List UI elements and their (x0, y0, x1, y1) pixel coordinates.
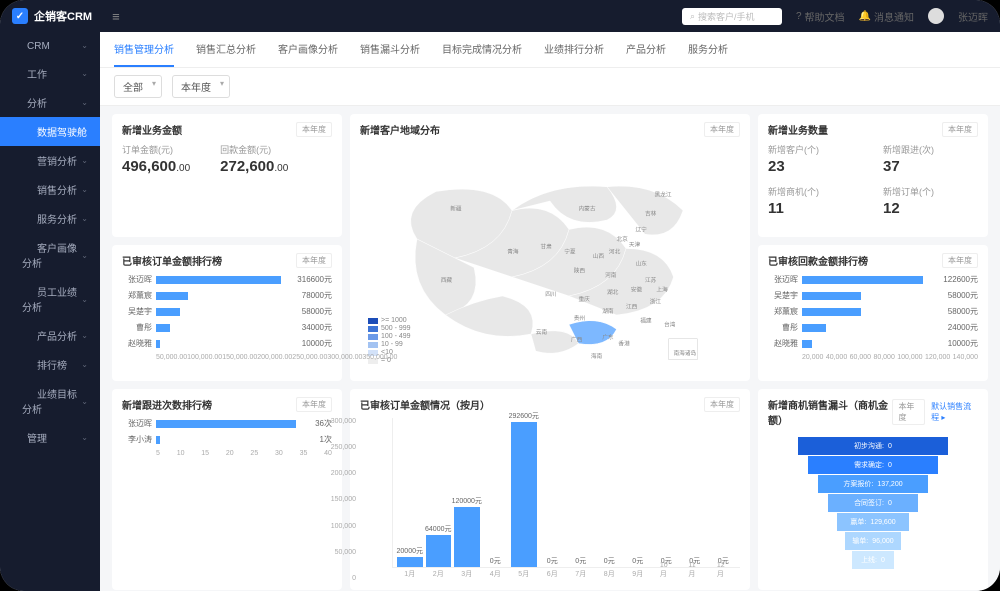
funnel-stage: 初步沟通:0 (798, 437, 948, 455)
hamburger-icon[interactable]: ≡ (112, 9, 120, 24)
chevron-icon: ⌄ (81, 360, 88, 369)
tab[interactable]: 客户画像分析 (278, 32, 338, 67)
goal-icon (22, 388, 32, 398)
svg-text:南海诸岛: 南海诸岛 (674, 349, 697, 357)
period-select[interactable]: 本年度 (172, 75, 230, 98)
sidebar-item[interactable]: 排行榜⌄ (0, 350, 100, 379)
tab[interactable]: 业绩排行分析 (544, 32, 604, 67)
funnel-stage: 上线:0 (852, 551, 894, 569)
tab[interactable]: 销售汇总分析 (196, 32, 256, 67)
chevron-icon: ⌄ (81, 69, 88, 78)
filter-icon (22, 184, 32, 194)
avatar[interactable] (928, 8, 944, 24)
sidebar-item[interactable]: CRM⌄ (0, 32, 100, 59)
users-icon (22, 242, 32, 252)
logo-icon: ✓ (12, 8, 28, 24)
username[interactable]: 张迈晖 (958, 9, 988, 24)
card-amount: 新增业务金额 本年度 订单金额(元) 496,600.00 回款金额(元) 27… (112, 114, 342, 237)
card-order-rank: 已审核订单金额排行榜 本年度 张迈晖316600元郑薰宸78000元吴楚宇580… (112, 245, 342, 381)
card-region: 新增客户地域分布 本年度 (350, 114, 750, 381)
funnel-stage: 需求确定:0 (808, 456, 938, 474)
sidebar-item[interactable]: 数据驾驶舱 (0, 117, 100, 146)
sidebar-item[interactable]: 服务分析⌄ (0, 204, 100, 233)
funnel-process-link[interactable]: 默认销售流程 ▸ (931, 401, 978, 423)
chevron-icon: ⌄ (81, 397, 88, 406)
funnel-stage: 合同签订:0 (828, 494, 918, 512)
card-follow-rank: 新增跟进次数排行榜 本年度 张迈晖36次李小涛1次510152025303540 (112, 389, 342, 590)
funnel-stage: 赢单:129,600 (837, 513, 909, 531)
grid-icon (12, 39, 22, 49)
filters: 全部 本年度 (100, 68, 1000, 106)
chevron-icon: ⌄ (81, 214, 88, 223)
search-input[interactable]: ⌕ 搜索客户/手机 (682, 8, 782, 25)
funnel-stage: 输单:96,000 (845, 532, 901, 550)
svg-text:四川: 四川 (545, 291, 557, 298)
gauge-icon (12, 97, 22, 107)
card-monthly: 已审核订单金额情况（按月） 本年度 300,000250,000200,0001… (350, 389, 750, 590)
tabs: 销售管理分析销售汇总分析客户画像分析销售漏斗分析目标完成情况分析业绩排行分析产品… (100, 32, 1000, 68)
bell-icon: 🔔 (859, 11, 871, 22)
chevron-icon: ⌄ (81, 433, 88, 442)
sidebar-item[interactable]: 客户画像分析⌄ (0, 233, 100, 277)
card-funnel: 新增商机销售漏斗（商机金额） 本年度 默认销售流程 ▸ 初步沟通:0需求确定:0… (758, 389, 988, 590)
tab[interactable]: 销售漏斗分析 (360, 32, 420, 67)
svg-text:天津: 天津 (629, 242, 641, 249)
svg-text:海南: 海南 (591, 352, 603, 360)
china-map: 黑龙江 吉林 辽宁 内蒙古 新疆 西藏 青海 甘肃 宁夏 陕西 山西 河北 (360, 143, 740, 373)
chevron-icon: ⌄ (81, 251, 88, 260)
help-icon: ? (796, 11, 802, 22)
sidebar-item[interactable]: 工作⌄ (0, 59, 100, 88)
chevron-icon: ⌄ (81, 295, 88, 304)
tab[interactable]: 目标完成情况分析 (442, 32, 522, 67)
briefcase-icon (12, 68, 22, 78)
sidebar-item[interactable]: 营销分析⌄ (0, 146, 100, 175)
help-link[interactable]: ?帮助文档 (796, 9, 845, 24)
app-title: 企销客CRM (34, 8, 92, 24)
card-count: 新增业务数量 本年度 新增客户(个)23新增跟进(次)37新增商机(个)11新增… (758, 114, 988, 237)
sidebar-item[interactable]: 员工业绩分析⌄ (0, 277, 100, 321)
funnel-stage: 方案报价:137,200 (818, 475, 928, 493)
rank-icon (22, 359, 32, 369)
target-icon (22, 155, 32, 165)
tab[interactable]: 销售管理分析 (114, 32, 174, 67)
svg-text:香港: 香港 (618, 339, 630, 347)
box-icon (22, 330, 32, 340)
dept-select[interactable]: 全部 (114, 75, 162, 98)
sidebar-item[interactable]: 销售分析⌄ (0, 175, 100, 204)
tab[interactable]: 产品分析 (626, 32, 666, 67)
search-icon: ⌕ (690, 11, 695, 22)
card-title: 新增业务金额 (122, 122, 182, 137)
chevron-icon: ⌄ (81, 41, 88, 50)
sidebar-item[interactable]: 管理⌄ (0, 423, 100, 452)
svg-text:台湾: 台湾 (664, 320, 676, 328)
chevron-icon: ⌄ (81, 156, 88, 165)
tab[interactable]: 服务分析 (688, 32, 728, 67)
chevron-icon: ⌄ (81, 185, 88, 194)
topbar: ✓ 企销客CRM ≡ ⌕ 搜索客户/手机 ?帮助文档 🔔消息通知 张迈晖 (0, 0, 1000, 32)
sidebar-item[interactable]: 产品分析⌄ (0, 321, 100, 350)
sidebar-item[interactable]: 分析⌄ (0, 88, 100, 117)
bar-icon (22, 286, 32, 296)
svg-text:福建: 福建 (640, 317, 652, 325)
period-button[interactable]: 本年度 (296, 122, 332, 137)
svg-text:贵州: 贵州 (574, 314, 586, 322)
notify-link[interactable]: 🔔消息通知 (859, 9, 914, 24)
dot-icon (22, 126, 32, 136)
card-payment-rank: 已审核回款金额排行榜 本年度 张迈晖122600元吴楚宇58000元郑薰宸580… (758, 245, 988, 381)
chevron-icon: ⌄ (81, 98, 88, 107)
sidebar: CRM⌄工作⌄分析⌄数据驾驶舱营销分析⌄销售分析⌄服务分析⌄客户画像分析⌄员工业… (0, 32, 100, 591)
sidebar-item[interactable]: 业绩目标分析⌄ (0, 379, 100, 423)
chevron-icon: ⌄ (81, 331, 88, 340)
headset-icon (22, 213, 32, 223)
monitor-icon (12, 432, 22, 442)
